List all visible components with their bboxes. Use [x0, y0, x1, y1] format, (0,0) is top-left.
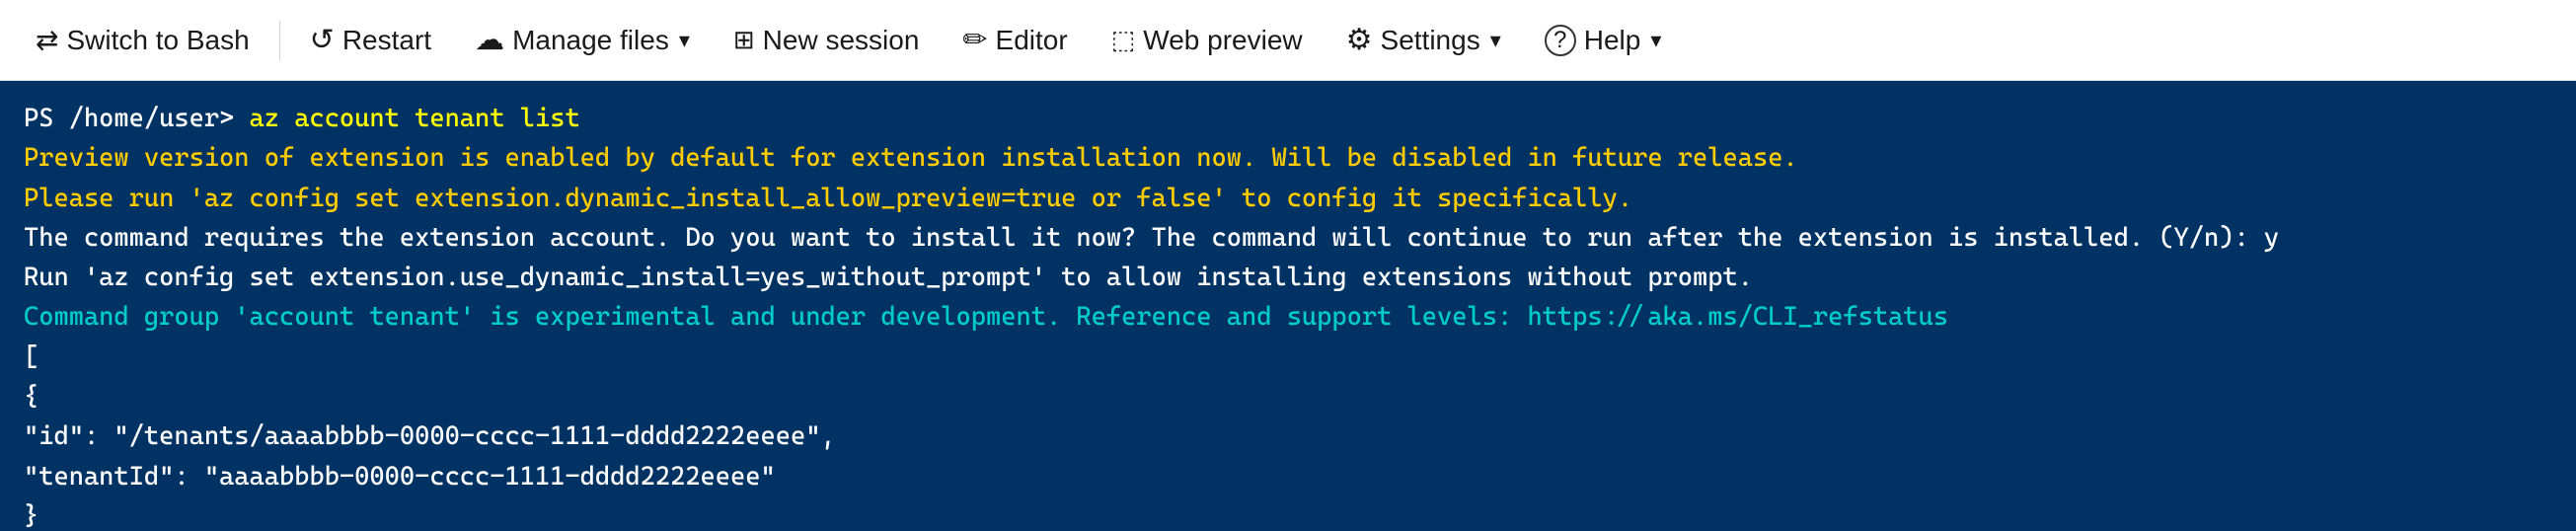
help-chevron-icon: ▾ — [1650, 28, 1661, 53]
settings-chevron-icon: ▾ — [1490, 28, 1501, 53]
terminal-json-tenantid: "tenantId": "aaaabbbb-0000-cccc-1111-ddd… — [24, 457, 2552, 496]
new-session-label: New session — [763, 25, 920, 56]
restart-label: Restart — [342, 25, 431, 56]
terminal-prompt-line: PS /home/user> az account tenant list — [24, 99, 2552, 138]
web-preview-button[interactable]: ⬚ Web preview — [1094, 17, 1321, 64]
editor-label: Editor — [996, 25, 1068, 56]
new-session-icon: ⊞ — [733, 25, 755, 55]
restart-button[interactable]: ↺ Restart — [292, 15, 449, 65]
manage-files-label: Manage files — [512, 25, 669, 56]
toolbar: ⇄ Switch to Bash ↺ Restart ☁ Manage file… — [0, 0, 2576, 81]
terminal-line-4: Run 'az config set extension.use_dynamic… — [24, 258, 2552, 297]
terminal-json-id: "id": "/tenants/aaaabbbb-0000-cccc-1111-… — [24, 417, 2552, 456]
terminal-line-3: The command requires the extension accou… — [24, 218, 2552, 258]
terminal[interactable]: PS /home/user> az account tenant list Pr… — [0, 81, 2576, 531]
terminal-line-5: Command group 'account tenant' is experi… — [24, 297, 2552, 337]
web-preview-label: Web preview — [1143, 25, 1302, 56]
restart-icon: ↺ — [310, 23, 335, 57]
web-preview-icon: ⬚ — [1111, 25, 1136, 55]
editor-icon: ✏ — [962, 23, 987, 57]
manage-files-button[interactable]: ☁ Manage files ▾ — [457, 15, 708, 65]
new-session-button[interactable]: ⊞ New session — [716, 17, 938, 64]
help-button[interactable]: ? Help ▾ — [1527, 17, 1680, 64]
help-icon: ? — [1545, 25, 1576, 56]
prompt-path: PS /home/user> — [24, 104, 250, 133]
terminal-line-2: Please run 'az config set extension.dyna… — [24, 179, 2552, 218]
prompt-command: az account tenant list — [250, 104, 580, 133]
manage-files-chevron-icon: ▾ — [679, 28, 690, 53]
switch-bash-label: Switch to Bash — [66, 25, 249, 56]
manage-files-icon: ☁ — [475, 23, 504, 57]
terminal-json-bracket-open: [ — [24, 338, 2552, 377]
settings-button[interactable]: ⚙ Settings ▾ — [1328, 15, 1519, 65]
terminal-json-obj-open: { — [24, 377, 2552, 417]
toolbar-divider-1 — [279, 21, 280, 60]
switch-bash-icon: ⇄ — [36, 24, 58, 56]
terminal-line-1: Preview version of extension is enabled … — [24, 138, 2552, 178]
settings-icon: ⚙ — [1346, 23, 1373, 57]
editor-button[interactable]: ✏ Editor — [945, 15, 1085, 65]
settings-label: Settings — [1381, 25, 1480, 56]
terminal-json-obj-close: } — [24, 496, 2552, 531]
switch-to-bash-button[interactable]: ⇄ Switch to Bash — [18, 16, 267, 64]
help-label: Help — [1584, 25, 1641, 56]
